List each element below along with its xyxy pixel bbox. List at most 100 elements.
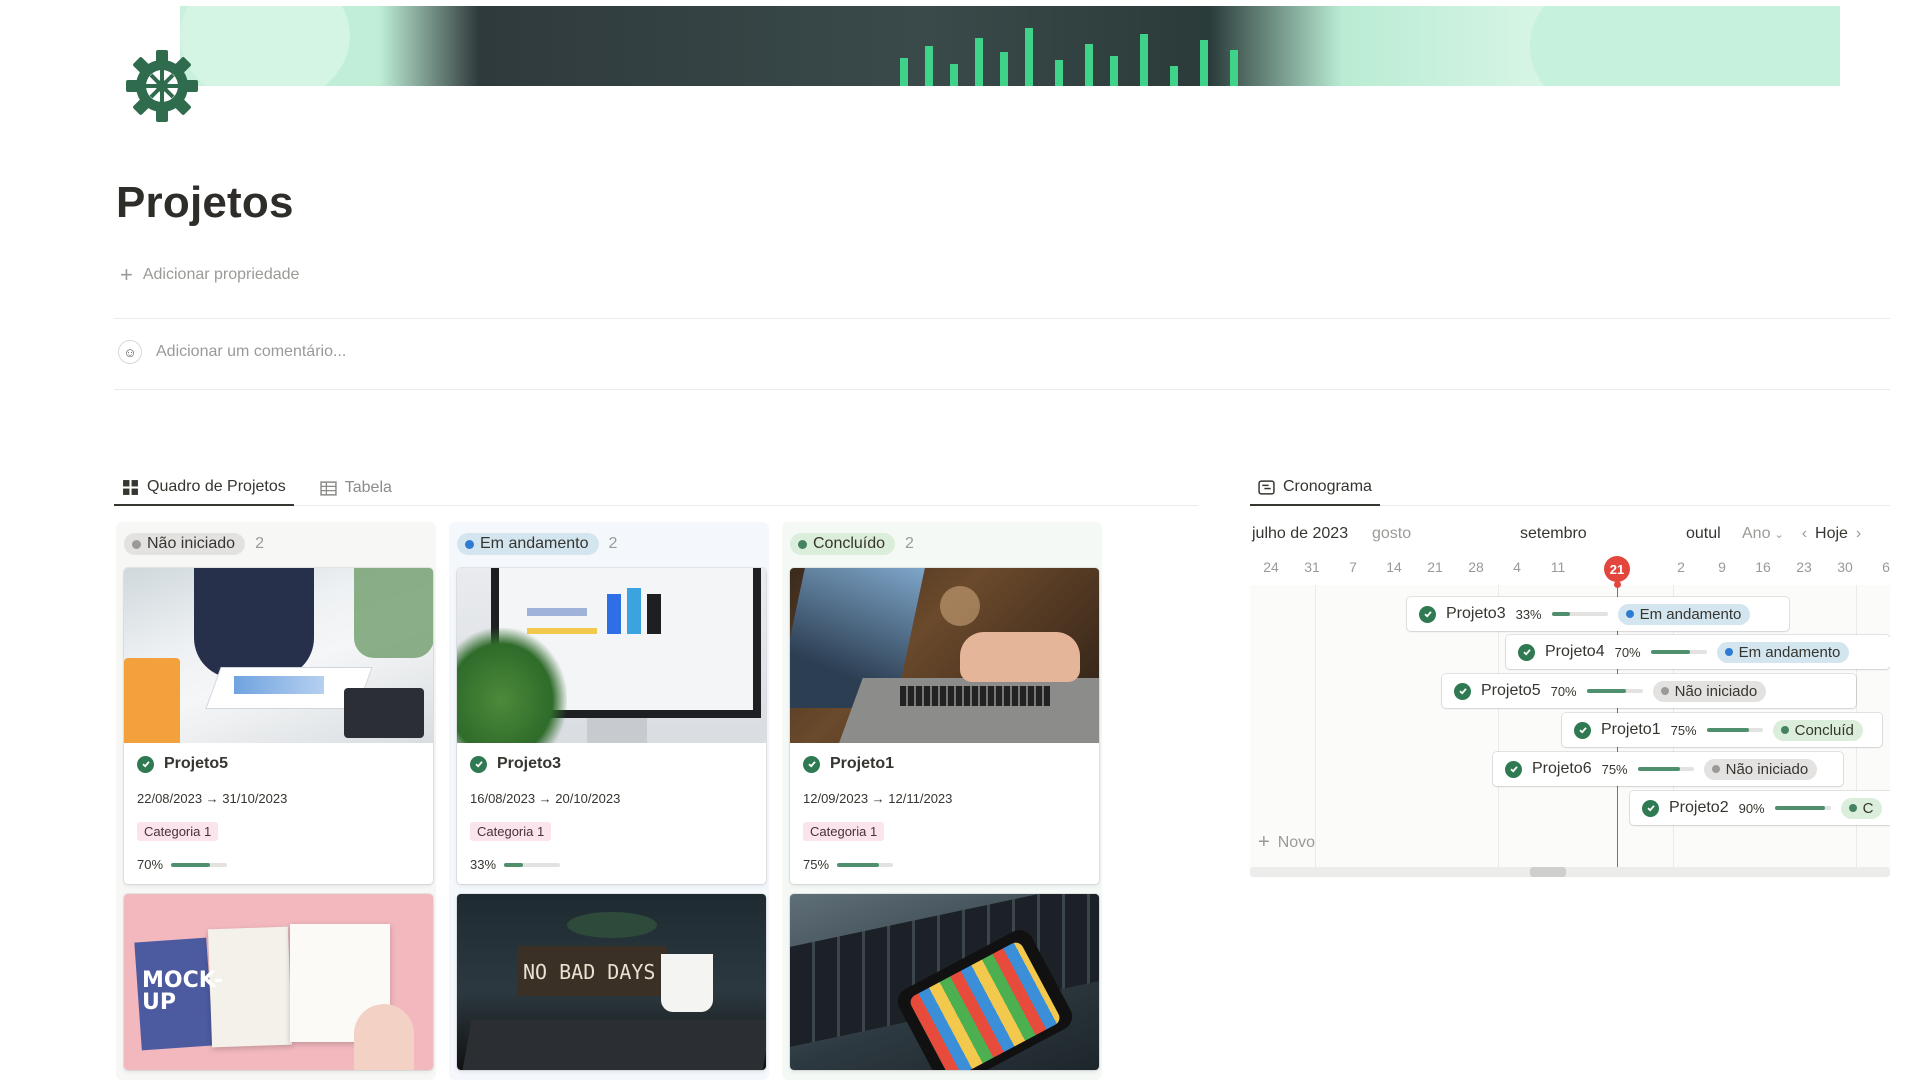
day-label: 2: [1677, 559, 1685, 575]
status-badge[interactable]: Em andamento: [457, 533, 599, 555]
check-icon: [1642, 799, 1659, 817]
status-dot: [1848, 804, 1857, 812]
tab-tabela[interactable]: Tabela: [312, 470, 400, 506]
horizontal-scrollbar[interactable]: [1250, 867, 1890, 877]
today-marker: 21: [1604, 556, 1630, 582]
check-icon: [1505, 760, 1522, 778]
timeline-month: setembro: [1520, 525, 1587, 542]
day-label: 14: [1386, 559, 1402, 575]
progress-label: 33%: [1515, 606, 1542, 622]
add-property-label: Adicionar propriedade: [142, 266, 300, 283]
timeline-item[interactable]: Projeto3 33% Em andamento: [1407, 597, 1789, 631]
timeline-item-title: Projeto5: [1481, 682, 1541, 699]
status-label: Em andamento: [480, 535, 589, 552]
check-icon: [803, 755, 820, 773]
card-dates: 12/09/2023 → 12/11/2023: [803, 791, 953, 806]
timeline-icon: [1258, 479, 1275, 495]
project-card[interactable]: NO BAD DAYS: [457, 894, 766, 1070]
board-view-tabs: Quadro de Projetos Tabela: [114, 470, 1198, 506]
status-badge[interactable]: Não iniciado: [124, 533, 246, 555]
timeline-item[interactable]: Projeto4 70% Em andamento: [1506, 635, 1890, 669]
timeline-item[interactable]: Projeto2 90% C: [1630, 791, 1890, 825]
project-card[interactable]: Projeto3 16/08/2023 → 20/10/2023 Categor…: [457, 568, 766, 884]
status-dot: [465, 539, 474, 549]
status-label: Concluíd: [1794, 721, 1854, 739]
status-badge: Em andamento: [1716, 641, 1850, 663]
new-item-button[interactable]: + Novo: [1258, 831, 1315, 854]
timeline-view: julho de 2023 gosto setembro outul Ano ⌄ …: [1250, 515, 1890, 885]
chevron-right-icon[interactable]: ›: [1856, 525, 1861, 543]
progress-fill: [1706, 728, 1749, 732]
card-title: Projeto5: [164, 755, 229, 772]
day-label: 31: [1304, 559, 1320, 575]
column-count: 2: [905, 535, 914, 552]
status-dot: [798, 539, 807, 549]
tab-quadro-de-projetos[interactable]: Quadro de Projetos: [114, 470, 294, 506]
timeline-day-axis: 24 31 7 14 21 28 4 11 2 9 16 23 30 6: [1250, 559, 1890, 581]
project-card[interactable]: Projeto1 12/09/2023 → 12/11/2023 Categor…: [790, 568, 1099, 884]
progress-label: 75%: [1670, 722, 1697, 738]
card-dates: 22/08/2023 → 31/10/2023: [137, 791, 288, 806]
timeline-item[interactable]: Projeto1 75% Concluíd: [1562, 713, 1882, 747]
status-badge[interactable]: Concluído: [790, 533, 896, 555]
check-icon: [137, 755, 154, 773]
timeline-item[interactable]: Projeto5 70% Não iniciado: [1442, 674, 1856, 708]
timeline-month: julho de 2023: [1252, 525, 1349, 542]
progress-fill: [504, 862, 523, 867]
progress-bar: [504, 862, 561, 867]
progress-bar: [1650, 650, 1707, 654]
status-label: Concluído: [813, 535, 886, 552]
check-icon: [470, 755, 487, 773]
timeline-item[interactable]: Projeto6 75% Não iniciado: [1493, 752, 1843, 786]
add-property-button[interactable]: + Adicionar propriedade: [120, 264, 299, 286]
progress-label: 70%: [1550, 683, 1577, 699]
progress-bar: [1586, 689, 1643, 693]
column-count: 2: [608, 535, 618, 552]
scrollbar-thumb[interactable]: [1530, 867, 1566, 877]
status-dot: [1780, 726, 1789, 734]
status-badge: C: [1840, 797, 1883, 819]
timeline-item-title: Projeto3: [1446, 605, 1506, 622]
today-button[interactable]: Hoje: [1815, 525, 1848, 543]
timeline-month: outul: [1686, 525, 1721, 542]
timeline-scale-select[interactable]: Ano ⌄: [1742, 525, 1784, 543]
month-divider: [1315, 585, 1316, 875]
day-label: 11: [1550, 559, 1566, 575]
chevron-left-icon[interactable]: ‹: [1802, 525, 1807, 543]
board-column-concluido: Concluído 2 Projeto1 12/09/2023 → 12/11/…: [782, 522, 1102, 1080]
avatar: ☺: [118, 340, 142, 364]
check-icon: [1518, 643, 1535, 661]
check-icon: [1574, 721, 1591, 739]
business-analysis-photo: [124, 568, 433, 743]
day-label: 24: [1263, 559, 1279, 575]
category-tag: Categoria 1: [470, 822, 552, 841]
gear-icon[interactable]: [122, 46, 202, 126]
status-dot: [1660, 687, 1669, 695]
project-card[interactable]: [790, 894, 1099, 1070]
project-card[interactable]: Projeto5 22/08/2023 → 31/10/2023 Categor…: [124, 568, 433, 884]
comment-input[interactable]: ☺ Adicionar um comentário...: [118, 340, 346, 364]
progress-fill: [1586, 689, 1626, 693]
day-label: 21: [1427, 559, 1443, 575]
status-label: C: [1862, 799, 1874, 817]
timeline-grid: Projeto3 33% Em andamento Projeto4 70% E…: [1250, 581, 1890, 875]
progress-bar: [1706, 728, 1763, 732]
category-tag: Categoria 1: [803, 822, 885, 841]
progress-fill: [1774, 806, 1826, 810]
status-label: Não iniciado: [1674, 682, 1758, 700]
day-label: 30: [1837, 559, 1853, 575]
day-label: 23: [1796, 559, 1812, 575]
status-label: Não iniciado: [1725, 760, 1809, 778]
progress-fill: [1650, 650, 1690, 654]
chevron-down-icon: ⌄: [1774, 528, 1784, 541]
timeline-item-title: Projeto4: [1545, 643, 1605, 660]
project-card[interactable]: MOCK-UP: [124, 894, 433, 1070]
status-dot: [1724, 648, 1733, 656]
board-column-nao-iniciado: Não iniciado 2 Projeto5 22/08/2023 → 31/…: [116, 522, 436, 1080]
status-badge: Concluíd: [1772, 719, 1863, 741]
progress-bar: [1637, 767, 1694, 771]
page-title[interactable]: Projetos: [116, 178, 294, 228]
tab-cronograma[interactable]: Cronograma: [1250, 470, 1380, 506]
status-badge: Não iniciado: [1703, 758, 1818, 780]
today-dot: [1614, 581, 1621, 588]
